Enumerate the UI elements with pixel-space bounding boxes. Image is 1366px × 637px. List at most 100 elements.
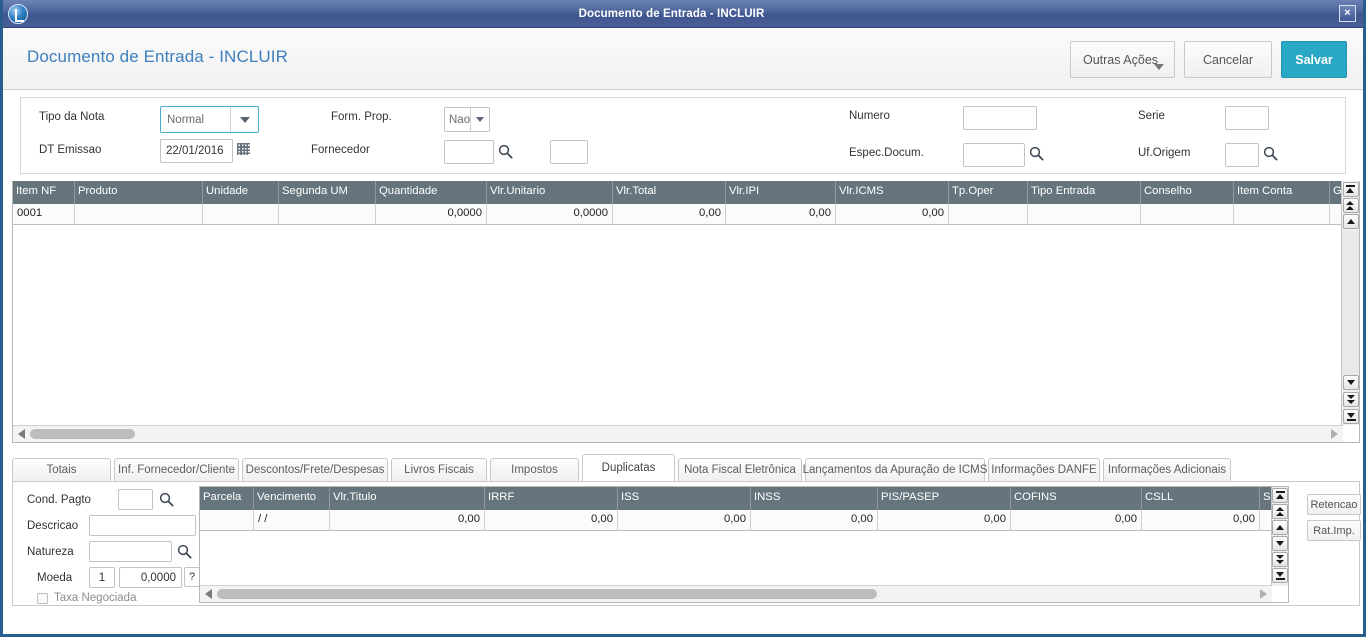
cancel-button[interactable]: Cancelar [1184,41,1272,78]
scroll-right-icon[interactable] [1255,589,1272,599]
tab-nota-fiscal-eletr-nica[interactable]: Nota Fiscal Eletrônica [678,458,802,481]
table-row[interactable]: 0001 0,0000 0,0000 0,00 0,00 0,00 [13,204,1343,225]
column-header[interactable]: Segunda UM [279,181,376,204]
moeda-help-button[interactable]: ? [184,567,200,587]
table-cell[interactable] [200,510,254,530]
scroll-bottom-icon[interactable] [1343,409,1359,424]
column-header[interactable]: Produto [75,181,203,204]
duplicatas-vertical-scrollbar[interactable] [1271,487,1288,586]
table-cell[interactable]: 0,00 [1011,510,1142,530]
column-header[interactable]: Vlr.ICMS [836,181,949,204]
column-header[interactable]: Vencimento [254,487,330,510]
tab-informa-es-adicionais[interactable]: Informações Adicionais [1103,458,1231,481]
column-header[interactable]: CSLL [1142,487,1260,510]
tab-totais[interactable]: Totais [12,458,111,481]
taxa-negociada-checkbox[interactable] [37,593,48,604]
column-header[interactable]: Quantidade [376,181,487,204]
scroll-page-up-icon[interactable] [1342,198,1359,213]
table-cell[interactable]: 0,00 [618,510,751,530]
scroll-down-icon[interactable] [1343,375,1359,390]
tab-impostos[interactable]: Impostos [490,458,579,481]
descricao-input[interactable] [89,515,196,536]
uf-origem-input[interactable] [1225,143,1259,167]
scroll-up-icon[interactable] [1342,214,1359,229]
scroll-track[interactable] [1342,231,1359,375]
tab-descontos-frete-despesas[interactable]: Descontos/Frete/Despesas [242,458,388,481]
scroll-down-icon[interactable] [1272,536,1288,551]
table-cell[interactable]: / / [254,510,330,530]
scroll-bottom-icon[interactable] [1272,568,1288,583]
table-cell[interactable] [75,204,203,224]
scroll-thumb[interactable] [30,429,135,439]
outras-acoes-button[interactable]: Outras Ações [1070,41,1175,78]
column-header[interactable]: Vlr.IPI [726,181,836,204]
table-cell[interactable] [203,204,279,224]
serie-input[interactable] [1225,106,1269,130]
table-cell[interactable] [1028,204,1141,224]
search-icon[interactable] [177,544,192,559]
tab-informa-es-danfe[interactable]: Informações DANFE [988,458,1100,481]
table-cell[interactable] [279,204,376,224]
espec-docum-input[interactable] [963,143,1025,167]
column-header[interactable]: Vlr.Titulo [330,487,485,510]
search-icon[interactable] [498,144,513,159]
scroll-thumb[interactable] [217,589,877,599]
items-horizontal-scrollbar[interactable] [13,425,1343,442]
column-header[interactable]: Vlr.Unitario [487,181,613,204]
scroll-up-icon[interactable] [1272,520,1288,535]
scroll-left-icon[interactable] [13,429,30,439]
calendar-icon[interactable] [237,143,250,155]
column-header[interactable]: Tp.Oper [949,181,1028,204]
scroll-top-icon[interactable] [1342,182,1359,197]
column-header[interactable]: Conselho [1141,181,1234,204]
table-cell[interactable] [1234,204,1330,224]
table-cell[interactable]: 0,0000 [487,204,613,224]
tab-inf-fornecedor-cliente[interactable]: Inf. Fornecedor/Cliente [114,458,239,481]
column-header[interactable]: COFINS [1011,487,1142,510]
cond-pagto-input[interactable] [118,489,153,510]
column-header[interactable]: IRRF [485,487,618,510]
tab-duplicatas[interactable]: Duplicatas [582,454,675,481]
scroll-page-down-icon[interactable] [1343,392,1359,407]
moeda-rate-input[interactable]: 0,0000 [119,567,182,588]
scroll-page-up-icon[interactable] [1272,504,1288,519]
column-header[interactable]: ISS [618,487,751,510]
table-cell[interactable]: 0,00 [485,510,618,530]
search-icon[interactable] [1263,146,1278,161]
column-header[interactable]: INSS [751,487,878,510]
tipo-da-nota-select[interactable]: Normal [160,106,259,133]
scroll-left-icon[interactable] [200,589,217,599]
column-header[interactable]: Vlr.Total [613,181,726,204]
table-row[interactable]: / /0,00 0,00 0,00 0,00 0,00 0,00 0,00 [200,510,1272,531]
table-cell[interactable]: 0,00 [1142,510,1260,530]
items-vertical-scrollbar[interactable] [1341,181,1359,425]
form-prop-select[interactable]: Nao [444,107,490,132]
column-header[interactable]: PIS/PASEP [878,487,1011,510]
rat-imp-button[interactable]: Rat.Imp. [1307,520,1361,541]
scroll-right-icon[interactable] [1326,429,1343,439]
table-cell[interactable]: 0,00 [836,204,949,224]
fornecedor-input[interactable] [444,140,494,164]
search-icon[interactable] [1029,146,1044,161]
tab-lan-amentos-da-apura-o-de-icms[interactable]: Lançamentos da Apuração de ICMS [803,458,987,481]
column-header[interactable]: Unidade [203,181,279,204]
tab-livros-fiscais[interactable]: Livros Fiscais [391,458,487,481]
column-header[interactable]: Parcela [200,487,254,510]
column-header[interactable]: Item NF [13,181,75,204]
scroll-top-icon[interactable] [1272,488,1288,503]
table-cell[interactable]: 0,00 [330,510,485,530]
table-cell[interactable]: 0,00 [613,204,726,224]
table-cell[interactable]: 0,00 [878,510,1011,530]
retencao-button[interactable]: Retencao [1307,494,1361,515]
column-header[interactable]: Tipo Entrada [1028,181,1141,204]
table-cell[interactable]: 0,0000 [376,204,487,224]
table-cell[interactable]: 0,00 [751,510,878,530]
save-button[interactable]: Salvar [1281,41,1347,78]
numero-input[interactable] [963,106,1037,130]
dt-emissao-input[interactable]: 22/01/2016 [160,139,233,163]
fornecedor-loja-input[interactable] [550,140,588,164]
moeda-code-input[interactable]: 1 [89,567,115,588]
scroll-page-down-icon[interactable] [1272,552,1288,567]
table-cell[interactable] [1141,204,1234,224]
table-cell[interactable]: 0,00 [726,204,836,224]
